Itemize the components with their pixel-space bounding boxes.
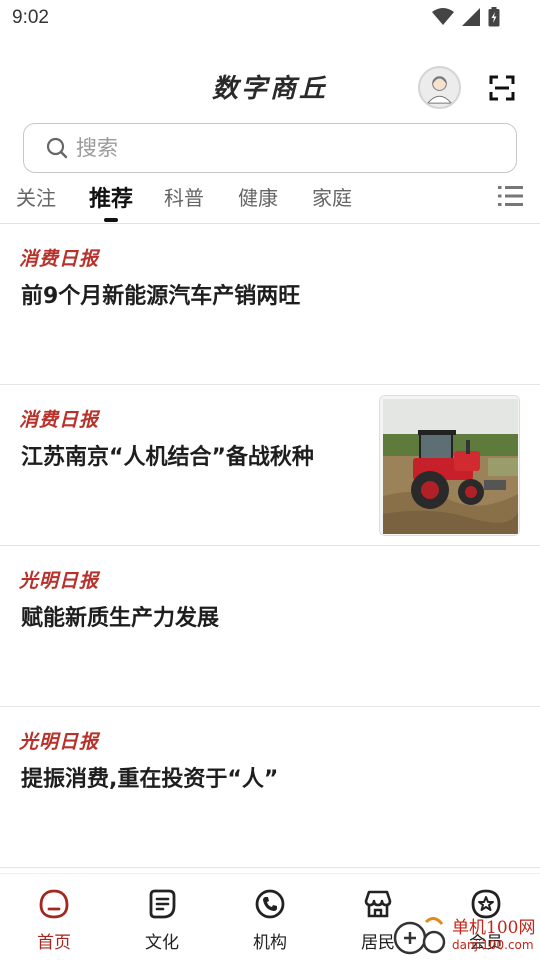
news-source: 光明日报 bbox=[19, 731, 100, 753]
signal-icon bbox=[462, 8, 480, 26]
nav-label: 首页 bbox=[37, 933, 71, 953]
home-icon bbox=[39, 889, 69, 919]
scan-icon[interactable] bbox=[487, 73, 517, 103]
tab-recommend[interactable]: 推荐 bbox=[89, 181, 133, 213]
news-source: 消费日报 bbox=[19, 409, 100, 431]
news-headline[interactable]: 江苏南京“人机结合”备战秋种 bbox=[21, 443, 314, 473]
tractor-image bbox=[380, 396, 519, 535]
search-input[interactable] bbox=[76, 133, 476, 163]
status-bar: 9:02 bbox=[0, 0, 540, 36]
news-thumbnail[interactable] bbox=[379, 395, 520, 536]
status-time: 9:02 bbox=[12, 7, 49, 28]
news-item[interactable]: 光明日报 提振消费,重在投资于“人” bbox=[0, 707, 540, 868]
tab-family[interactable]: 家庭 bbox=[312, 182, 352, 211]
tab-health[interactable]: 健康 bbox=[238, 182, 278, 211]
news-source: 光明日报 bbox=[19, 570, 100, 592]
nav-home[interactable]: 首页 bbox=[14, 888, 94, 953]
news-headline[interactable]: 提振消费,重在投资于“人” bbox=[21, 765, 278, 795]
category-tabs: 关注 推荐 科普 健康 家庭 bbox=[0, 178, 540, 224]
phone-icon bbox=[255, 889, 285, 919]
tab-science[interactable]: 科普 bbox=[164, 182, 204, 211]
news-headline[interactable]: 前9个月新能源汽车产销两旺 bbox=[21, 282, 300, 312]
status-icons bbox=[432, 7, 500, 27]
avatar[interactable] bbox=[418, 66, 461, 109]
watermark-text: 单机100网 bbox=[452, 918, 536, 938]
search-icon bbox=[46, 137, 68, 159]
avatar-icon bbox=[420, 68, 459, 107]
news-headline[interactable]: 赋能新质生产力发展 bbox=[21, 604, 219, 634]
nav-label: 文化 bbox=[145, 933, 179, 953]
news-item[interactable]: 消费日报 前9个月新能源汽车产销两旺 bbox=[0, 224, 540, 385]
active-tab-indicator bbox=[104, 218, 118, 222]
nav-culture[interactable]: 文化 bbox=[122, 888, 202, 953]
tab-follow[interactable]: 关注 bbox=[16, 182, 56, 211]
news-item[interactable]: 消费日报 江苏南京“人机结合”备战秋种 bbox=[0, 385, 540, 546]
menu-list-icon[interactable] bbox=[498, 183, 524, 209]
news-source: 消费日报 bbox=[19, 248, 100, 270]
news-item[interactable]: 光明日报 赋能新质生产力发展 bbox=[0, 546, 540, 707]
document-icon bbox=[149, 889, 176, 919]
wifi-icon bbox=[432, 8, 454, 25]
nav-label: 机构 bbox=[253, 933, 287, 953]
battery-icon bbox=[488, 7, 500, 27]
watermark-sub: danji100.com bbox=[452, 938, 534, 952]
search-box[interactable] bbox=[23, 123, 517, 173]
nav-institution[interactable]: 机构 bbox=[230, 888, 310, 953]
news-feed: 消费日报 前9个月新能源汽车产销两旺 消费日报 江苏南京“人机结合”备战秋种 光… bbox=[0, 224, 540, 868]
